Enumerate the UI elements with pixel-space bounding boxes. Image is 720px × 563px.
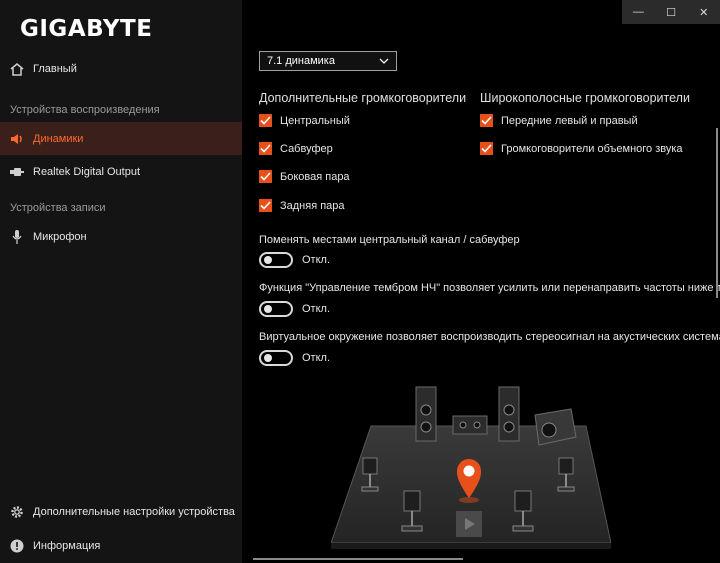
sidebar-item-label: Динамики <box>33 132 84 145</box>
sidebar-item-home[interactable]: Главный <box>0 53 242 85</box>
speaker-config-select[interactable]: 7.1 динамика <box>259 51 397 71</box>
speaker-config-value: 7.1 динамика <box>267 55 335 67</box>
toggle-state: Откл. <box>302 352 331 364</box>
sidebar-item-microphone[interactable]: Микрофон <box>0 221 242 253</box>
virtual-description: Виртуальное окружение позволяет воспроиз… <box>259 331 720 343</box>
checkbox-checked-icon <box>259 114 272 127</box>
vertical-scrollbar[interactable] <box>716 128 718 298</box>
swap-description: Поменять местами центральный канал / саб… <box>259 234 520 246</box>
front-left-speaker-icon <box>415 386 437 442</box>
toggle-switch <box>259 252 293 268</box>
checkbox-label: Задняя пара <box>280 199 345 212</box>
toggle-state: Откл. <box>302 303 331 315</box>
window-controls: — ☐ ✕ <box>622 0 720 24</box>
extra-speakers-title: Дополнительные громкоговорители <box>259 91 467 105</box>
checkbox-checked-icon <box>480 142 493 155</box>
horizontal-scrollbar[interactable] <box>253 558 463 560</box>
close-button[interactable]: ✕ <box>687 0 720 24</box>
checkbox-checked-icon <box>259 199 272 212</box>
checkbox-subwoofer[interactable]: Сабвуфер <box>259 142 333 155</box>
sidebar-item-digital-output[interactable]: Realtek Digital Output <box>0 156 242 188</box>
digital-output-icon <box>10 165 24 179</box>
checkbox-label: Передние левый и правый <box>501 114 638 127</box>
speaker-icon <box>10 132 24 146</box>
maximize-button[interactable]: ☐ <box>655 0 688 24</box>
play-test-icon <box>456 511 482 537</box>
checkbox-label: Сабвуфер <box>280 142 333 155</box>
toggle-switch <box>259 301 293 317</box>
checkbox-label: Боковая пара <box>280 170 350 183</box>
sidebar-item-label: Информация <box>33 540 101 552</box>
checkbox-side-pair[interactable]: Боковая пара <box>259 170 350 183</box>
home-icon <box>10 62 24 76</box>
minimize-button[interactable]: — <box>622 0 655 24</box>
sidebar-item-label: Главный <box>33 63 77 75</box>
toggle-switch <box>259 350 293 366</box>
checkbox-surround[interactable]: Громкоговорители объемного звука <box>480 142 683 155</box>
swap-toggle[interactable]: Откл. <box>259 252 330 268</box>
center-speaker-icon <box>452 415 488 435</box>
sidebar-item-label: Микрофон <box>33 231 87 243</box>
sidebar-item-advanced[interactable]: Дополнительные настройки устройства <box>0 496 242 528</box>
gear-icon <box>10 505 24 519</box>
sidebar-item-info[interactable]: Информация <box>0 530 242 562</box>
sidebar-item-speakers[interactable]: Динамики <box>0 122 242 155</box>
virtual-toggle[interactable]: Откл. <box>259 350 330 366</box>
microphone-icon <box>10 230 24 244</box>
fullrange-speakers-title: Широкополосные громкоговорители <box>480 91 690 105</box>
checkbox-checked-icon <box>259 170 272 183</box>
info-icon <box>10 539 24 553</box>
checkbox-checked-icon <box>259 142 272 155</box>
gigabyte-logo: GIGABYTE <box>20 16 153 42</box>
checkbox-checked-icon <box>480 114 493 127</box>
sidebar-item-label: Дополнительные настройки устройства <box>33 506 235 518</box>
checkbox-label: Центральный <box>280 114 350 127</box>
chevron-down-icon <box>379 56 389 68</box>
recording-section-title: Устройства записи <box>10 202 106 214</box>
sidebar: GIGABYTE Главный Устройства воспроизведе… <box>0 0 242 563</box>
sidebar-item-label: Realtek Digital Output <box>33 166 140 178</box>
checkbox-label: Громкоговорители объемного звука <box>501 142 683 155</box>
speaker-layout-illustration <box>330 383 612 553</box>
playback-section-title: Устройства воспроизведения <box>10 104 160 116</box>
checkbox-front-lr[interactable]: Передние левый и правый <box>480 114 638 127</box>
checkbox-rear-pair[interactable]: Задняя пара <box>259 199 345 212</box>
toggle-state: Откл. <box>302 254 331 266</box>
bass-description: Функция "Управление тембром НЧ" позволяе… <box>259 282 720 294</box>
checkbox-center[interactable]: Центральный <box>259 114 350 127</box>
bass-toggle[interactable]: Откл. <box>259 301 330 317</box>
front-right-speaker-icon <box>498 386 520 442</box>
